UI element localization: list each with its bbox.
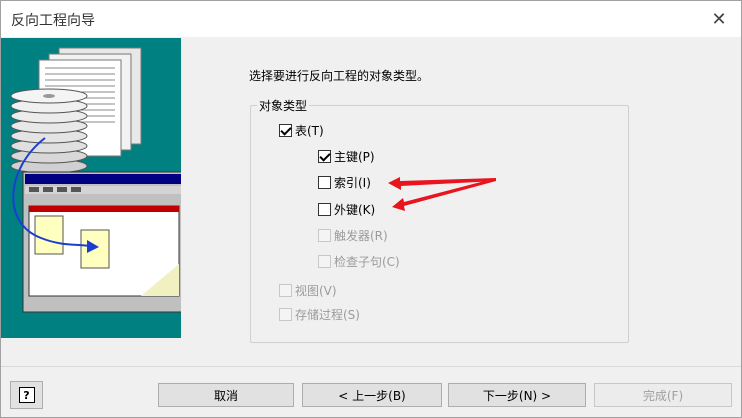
checkbox-index[interactable]: 索引(I) [318,174,371,191]
checkbox-foreign-key[interactable]: 外键(K) [318,201,375,218]
checkbox-primary-key[interactable]: 主键(P) [318,148,375,165]
checkbox-stored-procedure: 存储过程(S) [279,306,360,323]
title-bar: 反向工程向导 ✕ [1,1,741,37]
checkbox-trigger-label: 触发器(R) [334,229,388,243]
checkbox-primary-key-label: 主键(P) [334,150,375,164]
cancel-button[interactable]: 取消 [158,383,294,407]
back-button[interactable]: < 上一步(B) [302,383,442,407]
checkbox-foreign-key-label: 外键(K) [334,203,376,217]
help-button[interactable]: ? [10,381,43,409]
next-button[interactable]: 下一步(N) > [448,383,586,407]
checkbox-trigger-box [318,229,331,242]
checkbox-table[interactable]: 表(T) [279,122,324,139]
checkbox-stored-procedure-box [279,308,292,321]
database-disks-icon [10,88,88,174]
checkbox-index-box[interactable] [318,176,331,189]
footer-divider [1,366,741,367]
finish-button[interactable]: 完成(F) [594,383,732,407]
reverse-engineering-wizard-dialog: 反向工程向导 ✕ 选择要进行反向工程的对象类型。 对象类型 表(T) 主键(P)… [0,0,742,418]
checkbox-table-label: 表(T) [295,124,324,138]
checkbox-check-clause-label: 检查子句(C) [334,255,400,269]
wizard-illustration [1,38,206,338]
checkbox-stored-procedure-label: 存储过程(S) [295,308,360,322]
checkbox-check-clause-box [318,255,331,268]
object-type-group-label: 对象类型 [259,99,308,113]
instruction-text: 选择要进行反向工程的对象类型。 [249,69,430,83]
checkbox-trigger: 触发器(R) [318,227,388,244]
checkbox-view: 视图(V) [279,282,337,299]
checkbox-index-label: 索引(I) [334,176,371,190]
application-window-icon [22,171,206,313]
window-title: 反向工程向导 [11,13,95,29]
checkbox-view-label: 视图(V) [295,284,337,298]
checkbox-view-box [279,284,292,297]
close-icon[interactable]: ✕ [707,7,731,31]
checkbox-foreign-key-box[interactable] [318,203,331,216]
checkbox-table-box[interactable] [279,124,292,137]
help-icon: ? [18,387,35,403]
checkbox-primary-key-box[interactable] [318,150,331,163]
checkbox-check-clause: 检查子句(C) [318,253,400,270]
